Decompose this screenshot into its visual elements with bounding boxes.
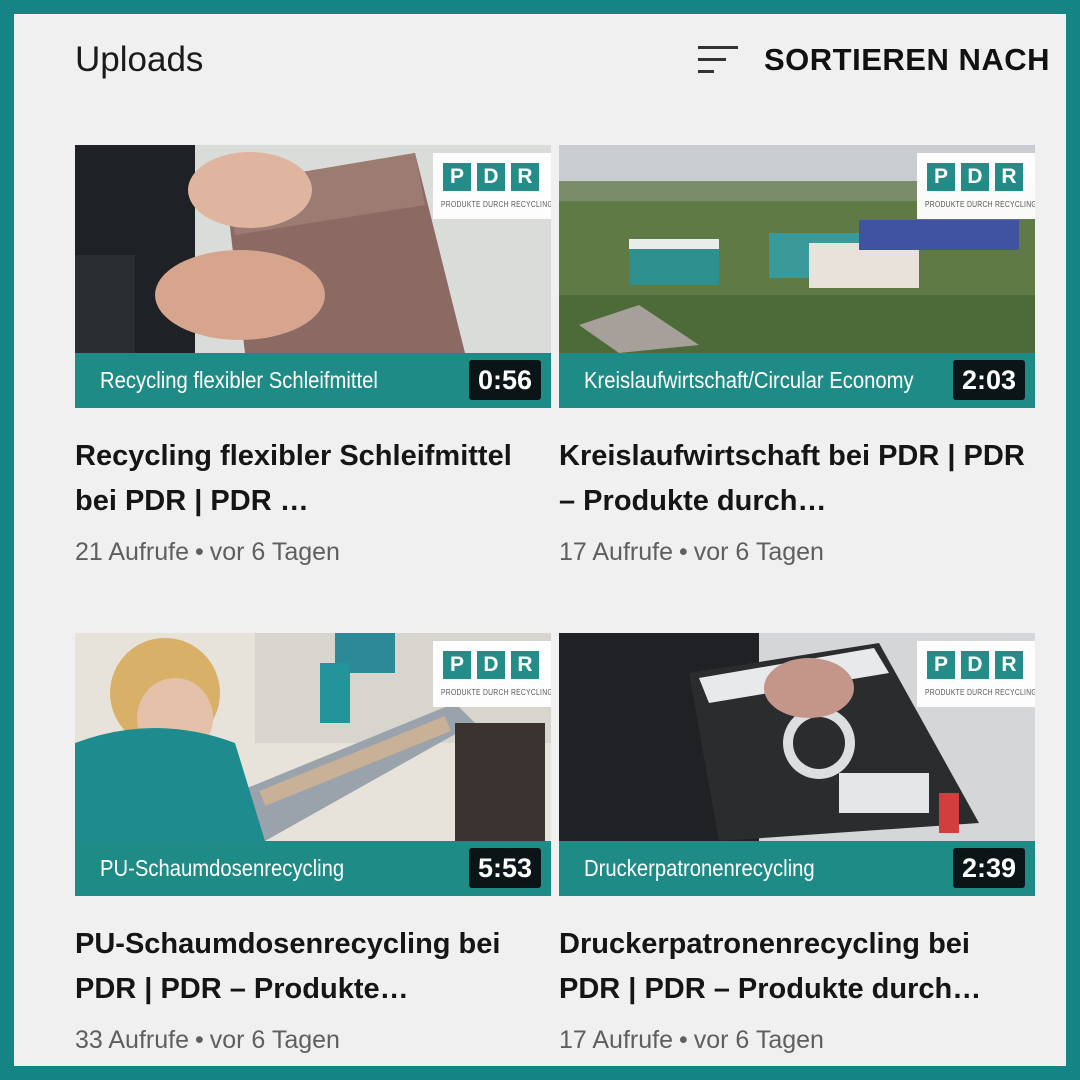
video-card[interactable]: P D R PRODUKTE DURCH RECYCLING Recycling…: [75, 145, 551, 567]
video-title[interactable]: Kreislaufwirtschaft bei PDR | PDR – Prod…: [559, 434, 1035, 524]
pdr-logo: P D R PRODUKTE DURCH RECYCLING: [433, 153, 551, 219]
meta-separator: •: [194, 1026, 204, 1054]
view-count: 21 Aufrufe: [75, 538, 189, 566]
video-meta: 33 Aufrufe • vor 6 Tagen: [75, 1026, 551, 1055]
video-title[interactable]: Druckerpatronenrecycling bei PDR | PDR –…: [559, 922, 1035, 1012]
duration-badge: 0:56: [468, 360, 541, 400]
pdr-logo: P D R PRODUKTE DURCH RECYCLING: [917, 641, 1035, 707]
upload-age: vor 6 Tagen: [209, 538, 340, 566]
view-count: 17 Aufrufe: [559, 538, 673, 566]
upload-age: vor 6 Tagen: [693, 1026, 824, 1054]
video-card[interactable]: P D R PRODUKTE DURCH RECYCLING Druckerpa…: [559, 633, 1035, 1055]
pdr-logo: P D R PRODUKTE DURCH RECYCLING: [433, 641, 551, 707]
pdr-logo: P D R PRODUKTE DURCH RECYCLING: [917, 153, 1035, 219]
meta-separator: •: [194, 538, 204, 566]
video-thumbnail[interactable]: P D R PRODUKTE DURCH RECYCLING Kreislauf…: [559, 145, 1035, 408]
video-meta: 17 Aufrufe • vor 6 Tagen: [559, 538, 1035, 567]
video-title[interactable]: Recycling flexibler Schleifmittel bei PD…: [75, 434, 551, 524]
view-count: 33 Aufrufe: [75, 1026, 189, 1054]
meta-separator: •: [678, 538, 688, 566]
caption-text: Druckerpatronenrecycling: [584, 855, 815, 881]
video-meta: 17 Aufrufe • vor 6 Tagen: [559, 1026, 1035, 1055]
caption-text: Recycling flexibler Schleifmittel: [100, 367, 378, 393]
video-meta: 21 Aufrufe • vor 6 Tagen: [75, 538, 551, 567]
caption-text: Kreislaufwirtschaft/Circular Economy: [584, 367, 914, 393]
section-title: Uploads: [75, 40, 204, 79]
video-card[interactable]: P D R PRODUKTE DURCH RECYCLING PU-Schaum…: [75, 633, 551, 1055]
sort-label: SORTIEREN NACH: [764, 42, 1051, 77]
video-title[interactable]: PU-Schaumdosenrecycling bei PDR | PDR – …: [75, 922, 551, 1012]
video-thumbnail[interactable]: P D R PRODUKTE DURCH RECYCLING Recycling…: [75, 145, 551, 408]
duration-badge: 2:39: [952, 848, 1025, 888]
duration-badge: 2:03: [952, 360, 1025, 400]
upload-age: vor 6 Tagen: [209, 1026, 340, 1054]
upload-age: vor 6 Tagen: [693, 538, 824, 566]
video-thumbnail[interactable]: P D R PRODUKTE DURCH RECYCLING Druckerpa…: [559, 633, 1035, 896]
uploads-panel: Uploads SORTIEREN NACH P D R PRODUKTE DU…: [14, 14, 1066, 1066]
duration-badge: 5:53: [468, 848, 541, 888]
caption-text: PU-Schaumdosenrecycling: [100, 855, 345, 881]
video-card[interactable]: P D R PRODUKTE DURCH RECYCLING Kreislauf…: [559, 145, 1035, 567]
video-thumbnail[interactable]: P D R PRODUKTE DURCH RECYCLING PU-Schaum…: [75, 633, 551, 896]
sort-icon: [698, 46, 738, 73]
sort-button[interactable]: SORTIEREN NACH: [696, 38, 1050, 82]
view-count: 17 Aufrufe: [559, 1026, 673, 1054]
meta-separator: •: [678, 1026, 688, 1054]
